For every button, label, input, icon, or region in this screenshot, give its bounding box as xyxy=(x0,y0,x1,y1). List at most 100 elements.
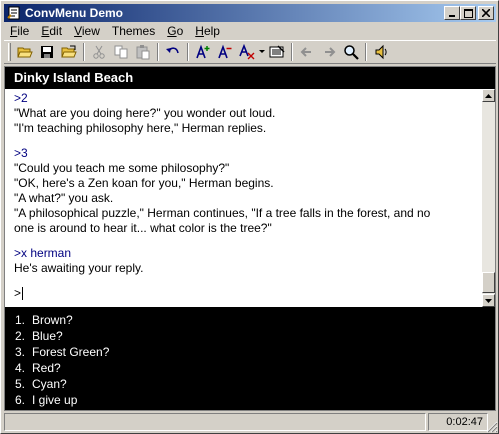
menu-themes[interactable]: Themes xyxy=(106,23,161,39)
transcript-scrollbar[interactable] xyxy=(482,89,495,307)
game-pane: Dinky Island Beach >2 "What are you doin… xyxy=(4,66,496,411)
menu-go[interactable]: Go xyxy=(161,23,189,39)
menu-themes-label: Themes xyxy=(111,24,156,38)
menu-option[interactable]: 2. Blue? xyxy=(15,328,495,344)
menu-option[interactable]: 5. Cyan? xyxy=(15,376,495,392)
paste-button[interactable] xyxy=(132,42,154,62)
scroll-thumb[interactable] xyxy=(482,272,495,293)
toolbar-grip[interactable] xyxy=(8,43,11,61)
transcript-line: "Could you teach me some philosophy?" xyxy=(14,161,230,175)
menu-bar: File Edit View Themes Go Help xyxy=(4,23,226,39)
undo-icon xyxy=(166,47,179,54)
arrow-down-icon xyxy=(485,298,492,303)
maximize-button[interactable] xyxy=(460,6,476,20)
window-title: ConvMenu Demo xyxy=(25,6,124,20)
resize-grip-icon[interactable] xyxy=(486,421,498,433)
transcript-block: >3 "Could you teach me some philosophy?"… xyxy=(14,146,472,236)
toolbar-separator xyxy=(187,43,189,61)
font-decrease-icon xyxy=(218,44,232,59)
app-window: ConvMenu Demo File Edit View Themes Go H… xyxy=(0,0,499,434)
menu-file[interactable]: File xyxy=(4,23,35,39)
title-bar[interactable]: ConvMenu Demo xyxy=(4,4,496,22)
preferences-icon xyxy=(269,45,285,58)
transcript-line: "I'm teaching philosophy here," Herman r… xyxy=(14,121,267,135)
menu-file-label: ile xyxy=(17,24,30,38)
menu-edit-label: dit xyxy=(49,24,63,38)
preferences-button[interactable] xyxy=(266,42,288,62)
font-decrease-button[interactable] xyxy=(214,42,236,62)
transcript-window[interactable]: >2 "What are you doing here?" you wonder… xyxy=(5,89,482,307)
transcript-line: "OK, here's a Zen koan for you," Herman … xyxy=(14,176,274,190)
menu-option[interactable]: 4. Red? xyxy=(15,360,495,376)
conversation-menu: 1. Brown? 2. Blue? 3. Forest Green? 4. Red? … xyxy=(5,311,495,410)
minimize-button[interactable] xyxy=(444,6,460,20)
open-folder-button[interactable] xyxy=(14,42,36,62)
command-prompt: > xyxy=(14,286,22,300)
font-style-button[interactable] xyxy=(236,42,258,62)
copy-icon xyxy=(114,45,128,59)
undo-button[interactable] xyxy=(162,42,184,62)
text-caret xyxy=(22,287,24,300)
menu-option[interactable]: 3. Forest Green? xyxy=(15,344,495,360)
player-command: >2 xyxy=(14,91,28,105)
minimize-icon xyxy=(449,15,455,17)
search-icon xyxy=(344,45,359,60)
scroll-up-button[interactable] xyxy=(482,89,495,102)
option-number: 4. xyxy=(15,361,26,375)
player-command: >x herman xyxy=(14,246,72,260)
transcript-block: >x herman He's awaiting your reply. xyxy=(14,246,472,276)
option-number: 1. xyxy=(15,313,26,327)
open-folder-icon xyxy=(17,47,33,58)
sound-icon xyxy=(375,44,387,60)
font-increase-icon xyxy=(196,44,210,59)
open-file-button[interactable] xyxy=(58,42,80,62)
save-button[interactable] xyxy=(36,42,58,62)
transcript-line: "A philosophical puzzle," Herman continu… xyxy=(14,206,431,220)
transcript-line: "What are you doing here?" you wonder ou… xyxy=(14,106,276,120)
toolbar-separator xyxy=(291,43,293,61)
transcript-block: >2 "What are you doing here?" you wonder… xyxy=(14,91,472,136)
menu-help-accel: H xyxy=(195,24,204,38)
maximize-icon xyxy=(463,8,473,18)
scroll-down-button[interactable] xyxy=(482,294,495,307)
sound-button[interactable] xyxy=(370,42,392,62)
menu-help[interactable]: Help xyxy=(189,23,226,39)
menu-help-label: elp xyxy=(203,24,220,38)
back-button[interactable] xyxy=(296,42,318,62)
status-message xyxy=(4,413,426,431)
transcript-line: He's awaiting your reply. xyxy=(14,261,144,275)
menu-go-label: o xyxy=(176,24,184,38)
option-text: Brown? xyxy=(32,313,73,327)
forward-button[interactable] xyxy=(318,42,340,62)
menu-view[interactable]: View xyxy=(68,23,106,39)
menu-view-accel: V xyxy=(74,24,82,38)
arrow-up-icon xyxy=(485,93,492,98)
save-icon xyxy=(41,46,53,58)
menu-option[interactable]: 1. Brown? xyxy=(15,312,495,328)
option-number: 5. xyxy=(15,377,26,391)
command-input[interactable]: > xyxy=(14,286,472,301)
menu-go-accel: G xyxy=(167,24,177,38)
option-number: 3. xyxy=(15,345,26,359)
font-increase-button[interactable] xyxy=(192,42,214,62)
menu-edit[interactable]: Edit xyxy=(35,23,68,39)
elapsed-timer: 0:02:47 xyxy=(428,413,488,431)
close-button[interactable] xyxy=(478,6,494,20)
copy-button[interactable] xyxy=(110,42,132,62)
transcript-line: one is around to hear it... what color i… xyxy=(14,221,272,235)
font-style-dropdown[interactable] xyxy=(258,42,266,62)
window-controls xyxy=(444,6,494,20)
paste-icon xyxy=(136,45,150,60)
transcript-line: "A what?" you ask. xyxy=(14,191,114,205)
option-text: Red? xyxy=(32,361,61,375)
menu-option[interactable]: 6. I give up xyxy=(15,392,495,408)
search-button[interactable] xyxy=(340,42,362,62)
font-style-icon xyxy=(239,44,255,60)
toolbar-separator xyxy=(83,43,85,61)
option-text: I give up xyxy=(32,393,78,407)
player-command: >3 xyxy=(14,146,28,160)
cut-button[interactable] xyxy=(88,42,110,62)
toolbar-separator xyxy=(365,43,367,61)
dropdown-arrow-icon xyxy=(259,50,265,53)
option-number: 2. xyxy=(15,329,26,343)
